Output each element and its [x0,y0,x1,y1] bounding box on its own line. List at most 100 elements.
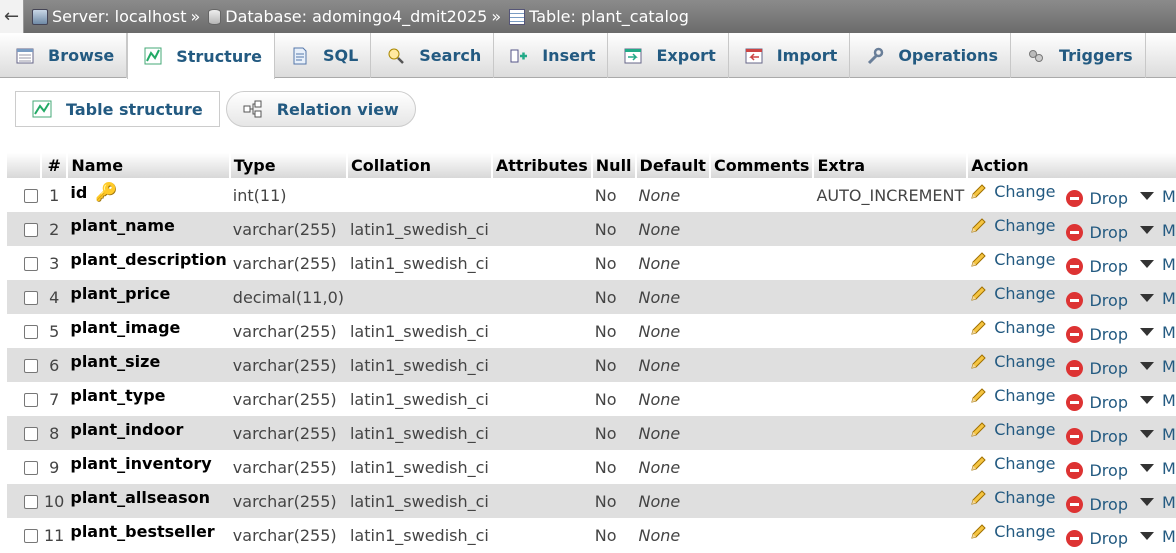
change-button[interactable]: Change [970,284,1055,303]
row-checkbox[interactable] [24,495,38,509]
breadcrumb-server[interactable]: Server: localhost » [32,7,200,26]
change-label: Change [994,317,1056,337]
column-extra [813,416,968,450]
breadcrumb-table-label[interactable]: Table: plant_catalog [529,7,689,26]
row-checkbox[interactable] [24,461,38,475]
column-name[interactable]: plant_description [70,250,226,269]
change-button[interactable]: Change [970,454,1055,473]
change-button[interactable]: Change [970,488,1055,507]
change-button[interactable]: Change [970,182,1055,201]
change-button[interactable]: Change [970,250,1055,269]
column-name[interactable]: plant_allseason [70,488,210,507]
chevron-down-icon [1138,187,1156,205]
change-button[interactable]: Change [970,522,1055,541]
drop-button[interactable]: Drop [1065,257,1128,276]
tab-relation-view[interactable]: Relation view [225,91,416,127]
sql-icon [291,47,309,65]
column-name[interactable]: id [70,183,87,202]
change-button[interactable]: Change [970,318,1055,337]
more-button[interactable]: More [1138,459,1176,478]
tab-triggers[interactable]: Triggers [1011,33,1146,78]
column-collation: latin1_swedish_ci [349,253,489,273]
change-button[interactable]: Change [970,216,1055,235]
more-label: More [1161,220,1176,240]
search-icon [387,47,405,65]
tab-operations[interactable]: Operations [850,33,1011,78]
header-name[interactable]: Name [67,153,231,178]
more-button[interactable]: More [1138,357,1176,376]
column-name-cell: plant_size [67,348,230,382]
breadcrumb-database[interactable]: Database: adomingo4_dmit2025 » [208,7,501,26]
column-name[interactable]: plant_indoor [70,420,183,439]
drop-button[interactable]: Drop [1065,529,1128,548]
drop-button[interactable]: Drop [1065,393,1128,412]
breadcrumb-table[interactable]: Table: plant_catalog [509,7,689,26]
row-select-cell [7,450,41,484]
row-checkbox[interactable] [24,529,38,543]
column-name[interactable]: plant_type [70,386,165,405]
tab-table-structure[interactable]: Table structure [15,91,220,127]
change-label: Change [994,521,1056,541]
tab-triggers-label: Triggers [1058,46,1133,65]
back-arrow-icon[interactable]: ← [0,0,24,33]
column-name[interactable]: plant_inventory [70,454,211,473]
change-label: Change [994,487,1056,507]
column-name[interactable]: plant_image [70,318,180,337]
column-extra [813,382,967,416]
row-checkbox[interactable] [24,427,38,441]
more-button[interactable]: More [1138,187,1176,206]
more-button[interactable]: More [1138,323,1176,342]
structure-subtabs: Table structure Relation view [15,91,416,127]
more-button[interactable]: More [1138,493,1176,512]
drop-button[interactable]: Drop [1065,427,1128,446]
more-button[interactable]: More [1138,527,1176,546]
drop-icon [1065,394,1083,412]
tab-import[interactable]: Import [729,33,851,78]
row-checkbox[interactable] [24,257,38,271]
drop-label: Drop [1089,359,1128,379]
drop-button[interactable]: Drop [1065,495,1128,514]
column-name-cell: plant_indoor [67,416,230,450]
row-checkbox[interactable] [24,223,38,237]
more-button[interactable]: More [1138,255,1176,274]
change-button[interactable]: Change [970,386,1055,405]
more-button[interactable]: More [1138,425,1176,444]
drop-button[interactable]: Drop [1065,359,1128,378]
drop-button[interactable]: Drop [1065,291,1128,310]
tab-search[interactable]: Search [371,33,495,78]
drop-label: Drop [1089,495,1128,515]
row-checkbox[interactable] [24,359,38,373]
tab-export[interactable]: Export [608,33,729,78]
breadcrumb-database-label[interactable]: Database: adomingo4_dmit2025 [225,7,487,26]
breadcrumb: ← Server: localhost » Database: adomingo… [0,0,1176,33]
tab-browse[interactable]: Browse [0,33,128,78]
drop-button[interactable]: Drop [1065,189,1128,208]
change-button[interactable]: Change [970,420,1055,439]
more-button[interactable]: More [1138,289,1176,308]
breadcrumb-server-label[interactable]: Server: localhost [52,7,186,26]
more-button[interactable]: More [1138,391,1176,410]
column-null: No [591,416,636,450]
row-checkbox[interactable] [24,393,38,407]
column-attributes [492,314,592,348]
table-row: 9 plant_inventory varchar(255) latin1_swedi… [7,450,1176,484]
column-name[interactable]: plant_bestseller [70,522,214,541]
tab-sql-label: SQL [322,46,359,65]
chevron-down-icon [1138,425,1156,443]
tab-sql[interactable]: SQL [275,33,372,78]
drop-button[interactable]: Drop [1065,461,1128,480]
change-button[interactable]: Change [970,352,1055,371]
tab-insert[interactable]: Insert [494,33,609,78]
column-name[interactable]: plant_name [70,216,174,235]
drop-button[interactable]: Drop [1065,325,1128,344]
row-checkbox[interactable] [24,325,38,339]
row-checkbox[interactable] [24,291,38,305]
column-name-cell: plant_type [67,382,229,416]
column-name[interactable]: plant_size [70,352,160,371]
column-default: None [638,321,681,341]
row-checkbox[interactable] [24,189,38,203]
tab-structure[interactable]: Structure [127,33,275,79]
drop-button[interactable]: Drop [1065,223,1128,242]
more-button[interactable]: More [1138,221,1176,240]
column-name[interactable]: plant_price [70,284,170,303]
